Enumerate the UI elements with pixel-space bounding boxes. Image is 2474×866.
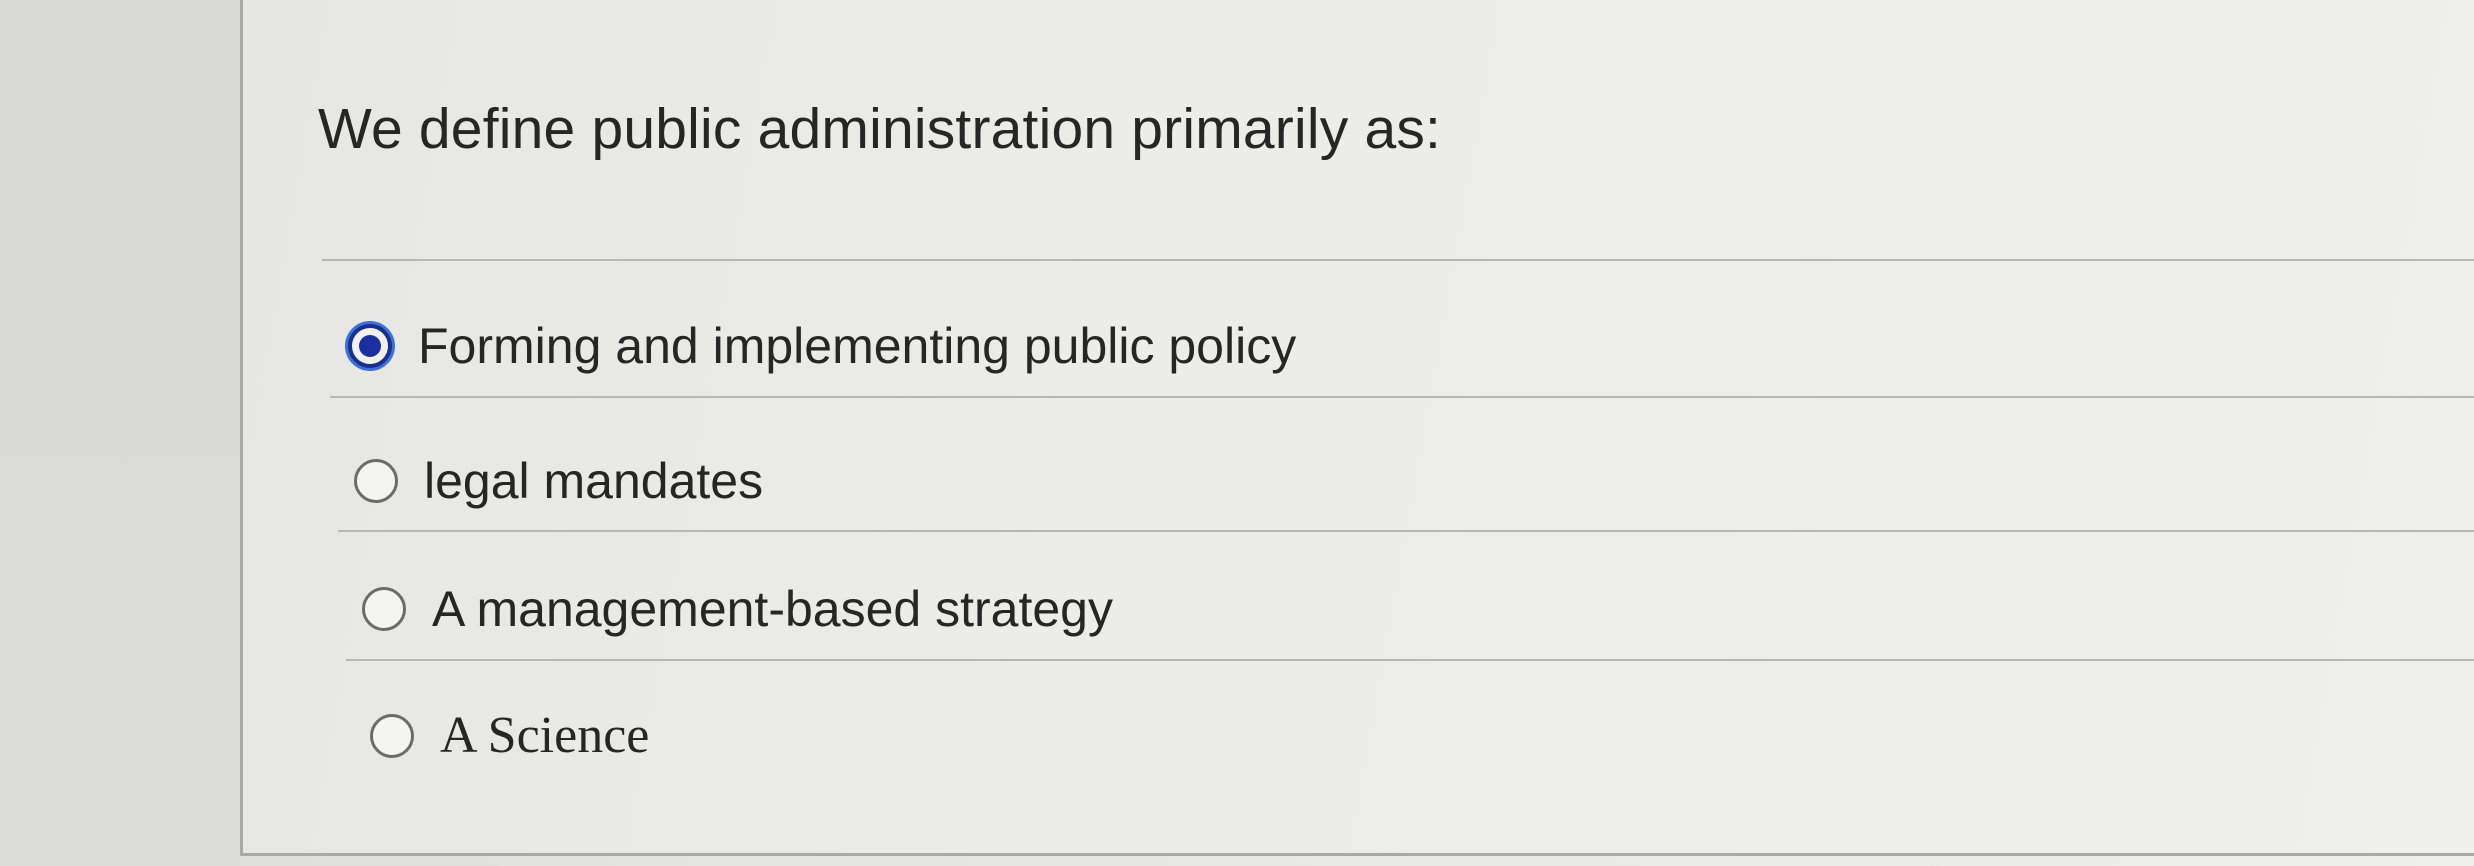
option-label: A management-based strategy (432, 581, 1113, 637)
radio-selected-icon[interactable] (348, 324, 392, 368)
option-label: legal mandates (424, 453, 764, 509)
radio-unselected-icon[interactable] (370, 713, 414, 758)
option-legal-mandates[interactable]: legal mandates (354, 452, 763, 510)
radio-unselected-icon[interactable] (362, 587, 406, 631)
option-science[interactable]: A Science (370, 706, 649, 765)
option-management-strategy[interactable]: A management-based strategy (362, 580, 1113, 638)
option-divider (346, 659, 2474, 661)
page-margin (0, 0, 240, 866)
option-label: A Science (440, 707, 650, 764)
option-forming-policy[interactable]: Forming and implementing public policy (348, 317, 1296, 375)
question-divider (322, 259, 2474, 261)
option-divider (330, 396, 2474, 398)
option-label: Forming and implementing public policy (418, 318, 1297, 374)
question-title: We define public administration primaril… (318, 97, 1442, 161)
radio-unselected-icon[interactable] (354, 459, 398, 503)
option-divider (338, 530, 2474, 532)
radio-dot (359, 335, 381, 357)
